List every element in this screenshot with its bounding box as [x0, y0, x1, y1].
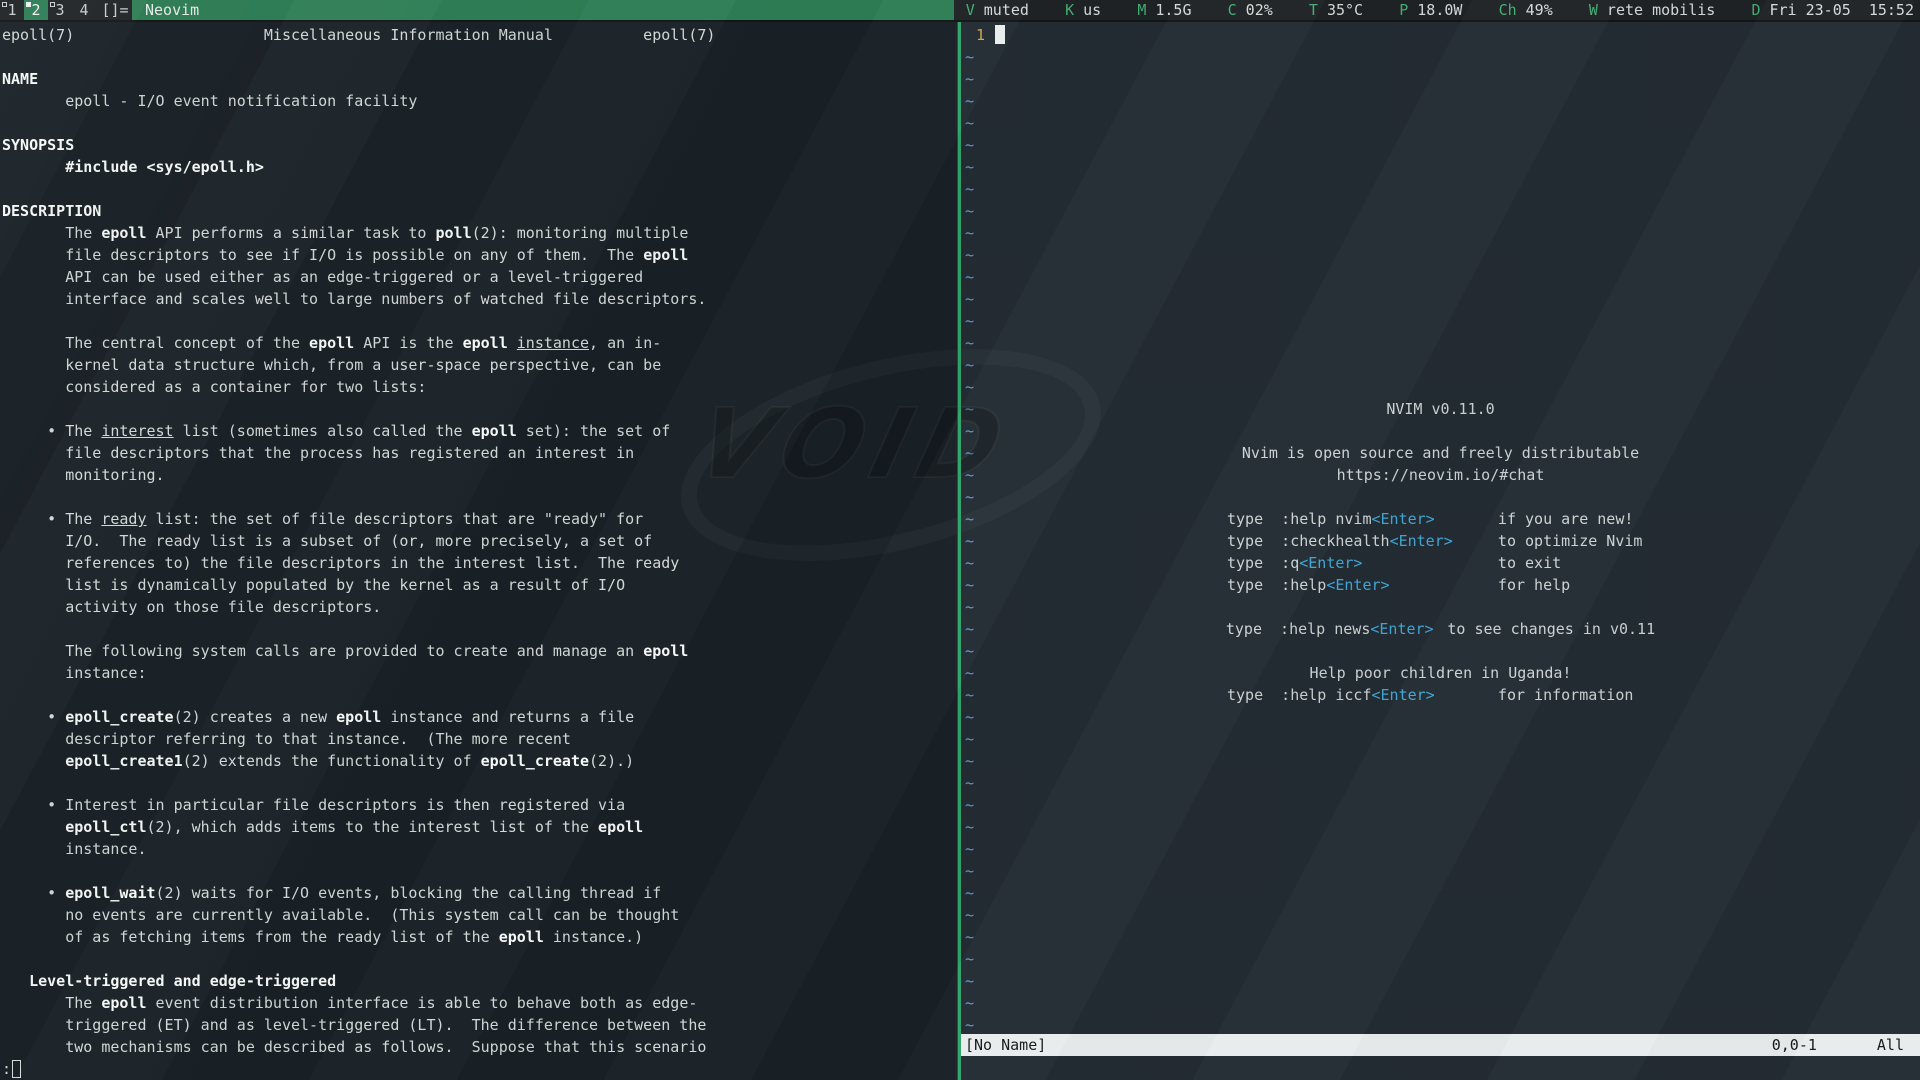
status-key: K [1065, 1, 1074, 19]
layout-symbol[interactable]: []= [98, 0, 132, 20]
terminal-cursor [12, 1060, 21, 1078]
nvim-line-number: 1 [976, 24, 985, 46]
nvim-tilde-column: ~ ~ ~ ~ ~ ~ ~ ~ ~ ~ ~ ~ ~ ~ ~ ~ ~ ~ ~ ~ … [965, 46, 974, 1036]
status-value: muted [975, 1, 1029, 19]
nvim-statusline: [No Name] 0,0-1 All [961, 1034, 1920, 1056]
workspace-tag-4[interactable]: 4 [72, 0, 96, 20]
status-value: us [1074, 1, 1101, 19]
statusline-cursor-position: 0,0-1 [1772, 1034, 1817, 1056]
tag-client-indicator [2, 2, 7, 7]
statusline-filename: [No Name] [961, 1034, 1046, 1056]
workspace-tag-3[interactable]: 3 [48, 0, 72, 20]
window-title: Neovim [132, 0, 954, 20]
nvim-intro-line: type :help iccf<Enter> for information [1227, 684, 1633, 706]
status-key: W [1589, 1, 1598, 19]
nvim-intro-line: type :help news<Enter>ᅠto see changes in… [961, 618, 1920, 640]
tag-label: 4 [79, 1, 88, 19]
tag-label: 3 [55, 1, 64, 19]
tag-client-indicator [26, 2, 31, 7]
tag-label: 2 [31, 1, 40, 19]
neovim-pane[interactable]: ~ ~ ~ ~ ~ ~ ~ ~ ~ ~ ~ ~ ~ ~ ~ ~ ~ ~ ~ ~ … [961, 22, 1920, 1080]
nvim-intro-line: type :checkhealth<Enter> to optimize Nvi… [1227, 530, 1642, 552]
nvim-intro-line: type :help<Enter> for help [1227, 574, 1570, 596]
status-value: Fri 23-05 15:52 [1760, 1, 1914, 19]
nvim-intro-line: type :q<Enter> to exit [1227, 552, 1561, 574]
man-page-text: epoll(7) Miscellaneous Information Manua… [2, 24, 715, 1058]
focused-window-border[interactable] [958, 22, 961, 1080]
statusline-scroll-position: All [1877, 1034, 1920, 1056]
workspace-tag-1[interactable]: 1 [0, 0, 24, 20]
nvim-intro-line: NVIM v0.11.0 [961, 398, 1920, 420]
status-key: P [1399, 1, 1408, 19]
nvim-intro-line: type :help nvim<Enter> if you are new! [1227, 508, 1633, 530]
workspace-tags: 1234 [0, 0, 96, 20]
status-value: 49% [1517, 1, 1553, 19]
status-value: rete mobilis [1598, 1, 1715, 19]
status-key: Ch [1499, 1, 1517, 19]
status-value: 02% [1237, 1, 1273, 19]
status-key: M [1137, 1, 1146, 19]
bar-status: V muted K us M 1.5G C 02% T 35°C P 18.0W… [954, 0, 1920, 20]
pager-prompt-colon: : [2, 1060, 11, 1078]
nvim-cursor [995, 25, 1005, 44]
status-value: 35°C [1318, 1, 1363, 19]
workspace-tag-2[interactable]: 2 [24, 0, 48, 20]
void-watermark: VOID [686, 388, 1024, 500]
nvim-intro-line: Nvim is open source and freely distribut… [961, 442, 1920, 464]
status-key: T [1309, 1, 1318, 19]
nvim-intro-line: https://neovim.io/#chat [961, 464, 1920, 486]
status-value: 1.5G [1146, 1, 1191, 19]
status-key: V [966, 1, 975, 19]
status-bar: 1234 []= Neovim V muted K us M 1.5G C 02… [0, 0, 1920, 22]
pager-command-prompt[interactable]: : [2, 1058, 21, 1080]
status-key: C [1228, 1, 1237, 19]
tag-client-indicator [50, 2, 55, 7]
tag-label: 1 [7, 1, 16, 19]
nvim-intro-line: Help poor children in Uganda! [961, 662, 1920, 684]
status-value: 18.0W [1408, 1, 1462, 19]
